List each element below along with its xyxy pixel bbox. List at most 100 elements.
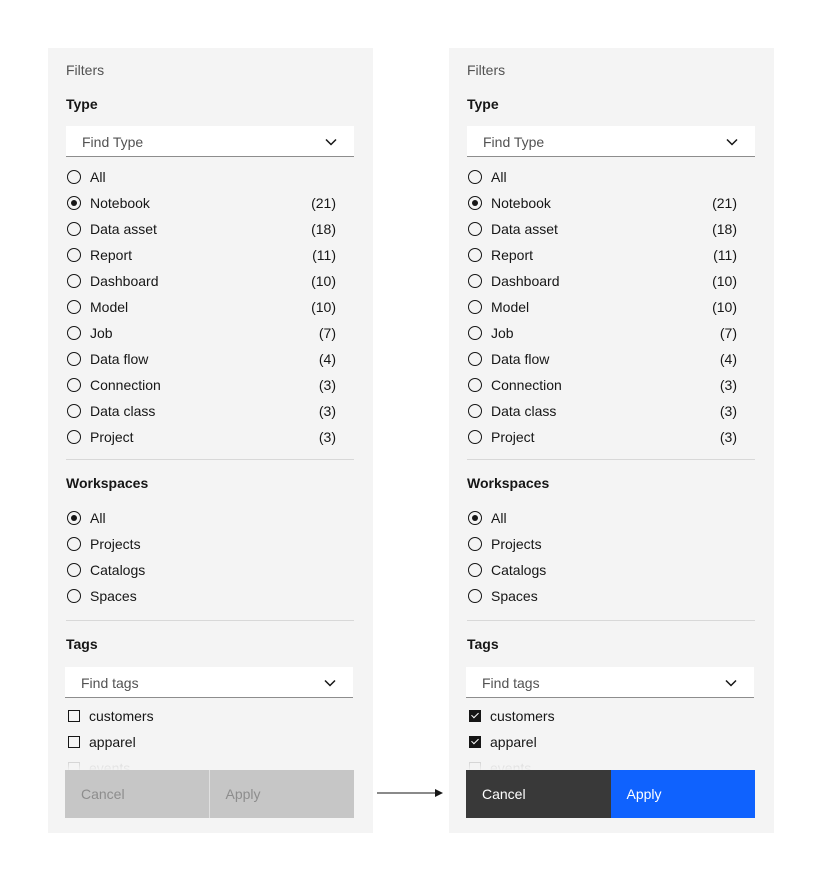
- type-option[interactable]: Data asset (18): [467, 217, 737, 243]
- radio-button[interactable]: [67, 274, 81, 288]
- workspace-option[interactable]: Spaces: [467, 584, 737, 610]
- type-option-label: Model: [491, 299, 530, 315]
- type-option[interactable]: Job (7): [467, 321, 737, 347]
- type-option[interactable]: Model (10): [66, 295, 336, 321]
- type-option-count: (11): [713, 247, 737, 263]
- find-tags-dropdown[interactable]: Find tags: [65, 667, 353, 698]
- radio-button[interactable]: [468, 170, 482, 184]
- tag-option[interactable]: customers: [467, 704, 737, 730]
- radio-button[interactable]: [468, 248, 482, 262]
- type-option-count: (10): [712, 299, 737, 315]
- type-option[interactable]: Connection (3): [467, 373, 737, 399]
- workspace-option[interactable]: Projects: [66, 532, 336, 558]
- find-tags-dropdown[interactable]: Find tags: [466, 667, 754, 698]
- radio-button[interactable]: [67, 300, 81, 314]
- apply-button[interactable]: Apply: [610, 770, 755, 818]
- radio-button[interactable]: [67, 326, 81, 340]
- type-option[interactable]: Dashboard (10): [66, 269, 336, 295]
- type-option[interactable]: Dashboard (10): [467, 269, 737, 295]
- type-option[interactable]: Data flow (4): [66, 347, 336, 373]
- type-option[interactable]: Connection (3): [66, 373, 336, 399]
- workspace-option[interactable]: Catalogs: [66, 558, 336, 584]
- radio-button[interactable]: [468, 378, 482, 392]
- type-option[interactable]: Model (10): [467, 295, 737, 321]
- workspace-option-label: All: [90, 510, 106, 526]
- workspace-option[interactable]: Catalogs: [467, 558, 737, 584]
- workspace-option[interactable]: Projects: [467, 532, 737, 558]
- radio-button[interactable]: [468, 196, 482, 210]
- type-option[interactable]: Data asset (18): [66, 217, 336, 243]
- type-option[interactable]: All: [467, 165, 737, 191]
- workspaces-section-title: Workspaces: [467, 475, 550, 491]
- panel-title: Filters: [467, 62, 506, 78]
- type-option-label: Data class: [491, 403, 557, 419]
- type-option[interactable]: Data flow (4): [467, 347, 737, 373]
- radio-button[interactable]: [468, 326, 482, 340]
- radio-button[interactable]: [67, 196, 81, 210]
- type-option[interactable]: Report (11): [66, 243, 336, 269]
- radio-button[interactable]: [67, 589, 81, 603]
- type-option[interactable]: Project (3): [467, 425, 737, 451]
- tag-option[interactable]: apparel: [467, 730, 737, 756]
- divider: [467, 620, 755, 621]
- type-option-count: (18): [712, 221, 737, 237]
- type-option[interactable]: Job (7): [66, 321, 336, 347]
- type-option[interactable]: Data class (3): [467, 399, 737, 425]
- workspace-option[interactable]: Spaces: [66, 584, 336, 610]
- radio-button[interactable]: [468, 352, 482, 366]
- tag-option-label: customers: [89, 708, 154, 724]
- radio-button[interactable]: [67, 537, 81, 551]
- dropdown-placeholder: Find Type: [82, 134, 144, 150]
- radio-button[interactable]: [468, 563, 482, 577]
- radio-button[interactable]: [67, 248, 81, 262]
- checkbox[interactable]: [68, 710, 80, 722]
- radio-button[interactable]: [67, 170, 81, 184]
- radio-button[interactable]: [67, 430, 81, 444]
- type-option[interactable]: All: [66, 165, 336, 191]
- type-option-label: Connection: [90, 377, 161, 393]
- workspace-option[interactable]: All: [467, 506, 737, 532]
- type-option-label: Dashboard: [90, 273, 159, 289]
- radio-button[interactable]: [468, 222, 482, 236]
- radio-button[interactable]: [468, 300, 482, 314]
- transition-arrow-icon: [377, 789, 443, 797]
- type-option[interactable]: Project (3): [66, 425, 336, 451]
- radio-button[interactable]: [67, 404, 81, 418]
- type-option-count: (18): [311, 221, 336, 237]
- chevron-down-icon: [726, 138, 738, 146]
- divider: [66, 459, 354, 460]
- radio-button[interactable]: [468, 589, 482, 603]
- find-type-dropdown[interactable]: Find Type: [467, 126, 755, 157]
- radio-button[interactable]: [67, 222, 81, 236]
- radio-button[interactable]: [468, 404, 482, 418]
- workspace-option[interactable]: All: [66, 506, 336, 532]
- radio-button[interactable]: [468, 430, 482, 444]
- radio-button[interactable]: [67, 511, 81, 525]
- radio-button[interactable]: [468, 274, 482, 288]
- type-option[interactable]: Notebook (21): [66, 191, 336, 217]
- find-type-dropdown[interactable]: Find Type: [66, 126, 354, 157]
- radio-button[interactable]: [468, 511, 482, 525]
- workspace-option-label: Catalogs: [90, 562, 146, 578]
- type-option-label: Data flow: [90, 351, 149, 367]
- tag-option[interactable]: customers: [66, 704, 336, 730]
- divider: [66, 620, 354, 621]
- cancel-button[interactable]: Cancel: [466, 770, 611, 818]
- radio-button[interactable]: [67, 378, 81, 392]
- checkbox[interactable]: [68, 736, 80, 748]
- type-option-count: (10): [311, 273, 336, 289]
- type-option[interactable]: Report (11): [467, 243, 737, 269]
- type-option[interactable]: Data class (3): [66, 399, 336, 425]
- type-option-count: (4): [318, 351, 336, 367]
- checkbox[interactable]: [469, 736, 481, 748]
- tag-option[interactable]: apparel: [66, 730, 336, 756]
- radio-button[interactable]: [67, 563, 81, 577]
- radio-button[interactable]: [67, 352, 81, 366]
- type-option-count: (3): [719, 429, 737, 445]
- checkbox[interactable]: [469, 710, 481, 722]
- radio-button[interactable]: [468, 537, 482, 551]
- type-option-count: (3): [719, 377, 737, 393]
- type-option-label: Notebook: [90, 195, 150, 211]
- cancel-button: Cancel: [65, 770, 210, 818]
- type-option[interactable]: Notebook (21): [467, 191, 737, 217]
